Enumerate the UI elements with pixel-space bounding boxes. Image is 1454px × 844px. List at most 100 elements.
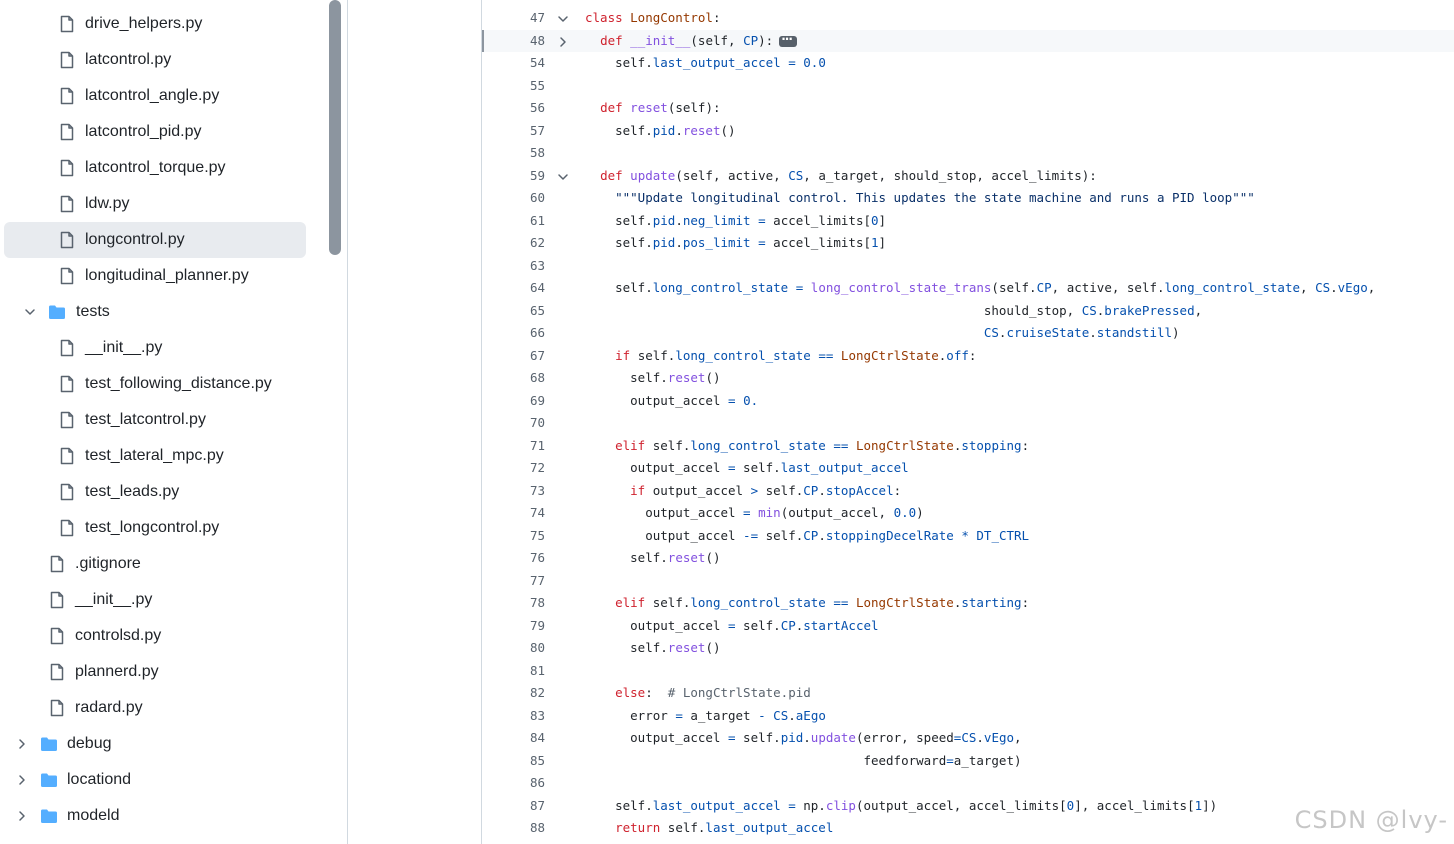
line-number[interactable]: 62 bbox=[495, 235, 545, 251]
sidebar-scrollbar[interactable] bbox=[329, 0, 341, 255]
code-token: () bbox=[705, 550, 721, 565]
line-number[interactable]: 55 bbox=[495, 78, 545, 94]
line-number[interactable]: 79 bbox=[495, 618, 545, 634]
tree-file-item[interactable]: ldw.py bbox=[4, 186, 306, 222]
line-number[interactable]: 85 bbox=[495, 753, 545, 769]
code-token: long_control_state_trans bbox=[810, 280, 992, 295]
chevron-down-icon[interactable] bbox=[24, 305, 38, 319]
code-token: , active, self. bbox=[1051, 280, 1165, 295]
tree-file-item[interactable]: plannerd.py bbox=[4, 654, 306, 690]
line-number[interactable]: 83 bbox=[495, 708, 545, 724]
line-number[interactable]: 81 bbox=[495, 663, 545, 679]
code-token: = bbox=[728, 460, 736, 475]
code-token: , a_target, should_stop, accel_limits): bbox=[803, 167, 1097, 183]
line-number[interactable]: 84 bbox=[495, 730, 545, 746]
code-view: 47 class LongControl: 48 def __init__(self… bbox=[482, 0, 1454, 844]
line-number[interactable]: 70 bbox=[495, 415, 545, 431]
line-number[interactable]: 74 bbox=[495, 505, 545, 521]
code-text: def reset(self): bbox=[585, 100, 720, 116]
code-token: . bbox=[675, 122, 683, 138]
tree-folder-item[interactable]: tests bbox=[4, 294, 306, 330]
tree-file-item[interactable]: latcontrol_pid.py bbox=[4, 114, 306, 150]
tree-file-item[interactable]: latcontrol_torque.py bbox=[4, 150, 306, 186]
tree-folder-item[interactable]: modeld bbox=[4, 798, 306, 834]
tree-file-item[interactable]: controlsd.py bbox=[4, 618, 306, 654]
code-token: CP bbox=[803, 527, 819, 543]
line-number[interactable]: 66 bbox=[495, 325, 545, 341]
line-number[interactable]: 54 bbox=[495, 55, 545, 71]
line-number[interactable]: 78 bbox=[495, 595, 545, 611]
line-number[interactable]: 63 bbox=[495, 258, 545, 274]
line-number[interactable]: 68 bbox=[495, 370, 545, 386]
tree-file-item[interactable]: longcontrol.py bbox=[4, 222, 306, 258]
tree-item-label: test_leads.py bbox=[85, 483, 180, 500]
fold-closed-chevron-icon[interactable] bbox=[557, 36, 569, 48]
file-icon bbox=[60, 15, 74, 33]
line-number[interactable]: 82 bbox=[495, 685, 545, 701]
line-number[interactable]: 73 bbox=[495, 483, 545, 499]
chevron-right-icon[interactable] bbox=[16, 809, 30, 823]
line-number[interactable]: 77 bbox=[495, 573, 545, 589]
tree-file-item[interactable]: .gitignore bbox=[4, 546, 306, 582]
code-token: self. bbox=[585, 55, 653, 70]
chevron-right-icon[interactable] bbox=[16, 773, 30, 787]
line-number[interactable]: 75 bbox=[495, 528, 545, 544]
code-token: accel_limits[ bbox=[765, 212, 871, 228]
tree-file-item[interactable]: test_leads.py bbox=[4, 474, 306, 510]
line-number[interactable]: 76 bbox=[495, 550, 545, 566]
line-number[interactable]: 87 bbox=[495, 798, 545, 814]
line-number[interactable]: 48 bbox=[495, 33, 545, 49]
code-token: > bbox=[750, 482, 759, 498]
code-token: if bbox=[615, 347, 631, 363]
code-token: output_accel bbox=[585, 460, 728, 475]
tree-file-item[interactable]: __init__.py bbox=[4, 330, 306, 366]
tree-file-item[interactable]: test_latcontrol.py bbox=[4, 402, 306, 438]
tree-folder-item[interactable]: locationd bbox=[4, 762, 306, 798]
line-number[interactable]: 80 bbox=[495, 640, 545, 656]
line-number[interactable]: 72 bbox=[495, 460, 545, 476]
line-number[interactable]: 59 bbox=[495, 168, 545, 184]
line-number[interactable]: 71 bbox=[495, 438, 545, 454]
line-number[interactable]: 56 bbox=[495, 100, 545, 116]
tree-file-item[interactable]: test_lateral_mpc.py bbox=[4, 438, 306, 474]
tree-file-item[interactable]: latcontrol_angle.py bbox=[4, 78, 306, 114]
code-line: 82 else: # LongCtrlState.pid bbox=[482, 682, 1454, 704]
tree-item-label: __init__.py bbox=[75, 591, 153, 608]
code-token: self. bbox=[645, 595, 691, 610]
collapsed-code-ellipsis-icon[interactable] bbox=[779, 31, 798, 47]
code-token: # LongCtrlState.pid bbox=[667, 685, 811, 700]
tree-item-label: __init__.py bbox=[85, 339, 163, 356]
line-number[interactable]: 88 bbox=[495, 820, 545, 836]
code-token: CS bbox=[961, 730, 977, 745]
code-token: CP bbox=[780, 617, 796, 633]
code-token: , bbox=[1300, 280, 1316, 295]
line-number[interactable]: 61 bbox=[495, 213, 545, 229]
tree-item-label: modeld bbox=[67, 807, 120, 824]
tree-folder-item[interactable]: debug bbox=[4, 726, 306, 762]
line-number[interactable]: 86 bbox=[495, 775, 545, 791]
line-number[interactable]: 65 bbox=[495, 303, 545, 319]
line-number[interactable]: 64 bbox=[495, 280, 545, 296]
line-number[interactable]: 58 bbox=[495, 145, 545, 161]
tree-file-item[interactable]: test_longcontrol.py bbox=[4, 510, 306, 546]
file-icon bbox=[60, 87, 74, 105]
line-number[interactable]: 67 bbox=[495, 348, 545, 364]
line-number[interactable]: 60 bbox=[495, 190, 545, 206]
code-token: output_accel bbox=[585, 527, 744, 543]
line-number[interactable]: 47 bbox=[495, 10, 545, 26]
line-number[interactable]: 57 bbox=[495, 123, 545, 139]
code-token: CS bbox=[983, 325, 999, 340]
fold-open-chevron-icon[interactable] bbox=[557, 171, 569, 183]
fold-open-chevron-icon[interactable] bbox=[557, 13, 569, 25]
tree-file-item[interactable]: radard.py bbox=[4, 690, 306, 726]
tree-file-item[interactable]: test_following_distance.py bbox=[4, 366, 306, 402]
tree-item-label: debug bbox=[67, 735, 112, 752]
tree-file-item[interactable]: latcontrol.py bbox=[4, 42, 306, 78]
tree-file-item[interactable]: drive_helpers.py bbox=[4, 6, 306, 42]
chevron-right-icon[interactable] bbox=[16, 737, 30, 751]
line-number[interactable]: 69 bbox=[495, 393, 545, 409]
tree-file-item[interactable]: __init__.py bbox=[4, 582, 306, 618]
tree-file-item[interactable]: longitudinal_planner.py bbox=[4, 258, 306, 294]
